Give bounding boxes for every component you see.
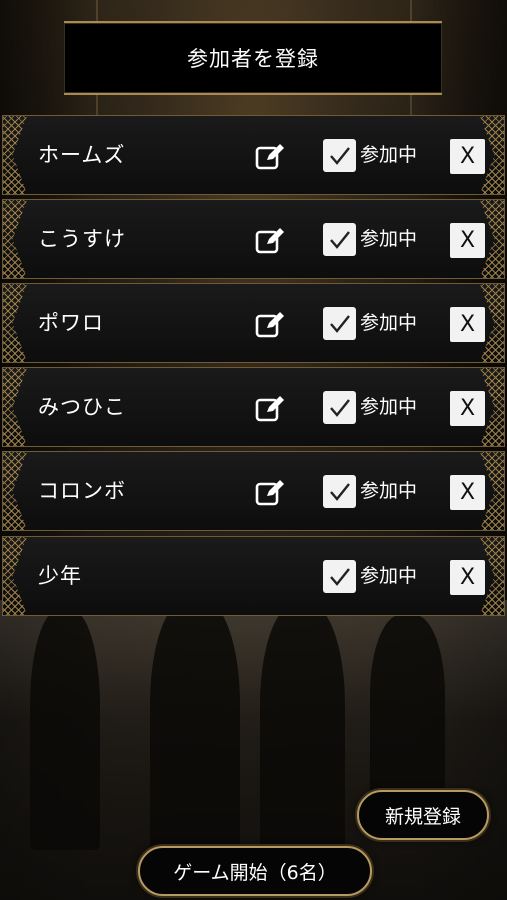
participating-checkbox[interactable] [323, 391, 356, 424]
participating-label: 参加中 [360, 144, 418, 166]
participant-name: コロンボ [38, 479, 126, 503]
participating-checkbox[interactable] [323, 560, 356, 593]
participant-row: 少年 参加中 X [2, 536, 505, 616]
new-register-button[interactable]: 新規登録 [357, 790, 489, 840]
edit-button[interactable] [254, 477, 286, 507]
participating-label: 参加中 [360, 396, 418, 418]
check-icon [329, 398, 350, 417]
participant-row: ホームズ 参加中 X [2, 115, 505, 195]
start-game-button[interactable]: ゲーム開始（6名） [138, 846, 372, 896]
edit-icon [255, 144, 284, 170]
delete-button[interactable]: X [450, 139, 485, 174]
check-icon [329, 230, 350, 249]
silhouette [150, 600, 240, 860]
silhouette [260, 605, 345, 855]
edit-icon [255, 396, 284, 422]
edit-button[interactable] [254, 393, 286, 423]
delete-button[interactable]: X [450, 560, 485, 595]
participating-label: 参加中 [360, 480, 418, 502]
delete-button[interactable]: X [450, 223, 485, 258]
participating-checkbox[interactable] [323, 475, 356, 508]
edit-icon [255, 480, 284, 506]
participant-row: コロンボ 参加中 X [2, 451, 505, 531]
participating-checkbox[interactable] [323, 307, 356, 340]
participating-label: 参加中 [360, 312, 418, 334]
edit-button[interactable] [254, 309, 286, 339]
check-icon [329, 314, 350, 333]
participant-name: ホームズ [38, 143, 126, 167]
participant-name: 少年 [38, 564, 82, 588]
participant-row: みつひこ 参加中 X [2, 367, 505, 447]
participant-name: みつひこ [38, 395, 126, 419]
silhouette [370, 615, 445, 815]
delete-button[interactable]: X [450, 307, 485, 342]
participating-checkbox[interactable] [323, 223, 356, 256]
edit-button[interactable] [254, 141, 286, 171]
participant-row: こうすけ 参加中 X [2, 199, 505, 279]
edit-icon [255, 312, 284, 338]
title-banner: 参加者を登録 [64, 21, 442, 95]
check-icon [329, 482, 350, 501]
page-title: 参加者を登録 [187, 47, 319, 71]
check-icon [329, 146, 350, 165]
check-icon [329, 567, 350, 586]
silhouette [30, 610, 100, 850]
participating-label: 参加中 [360, 228, 418, 250]
participating-checkbox[interactable] [323, 139, 356, 172]
participant-row: ポワロ 参加中 X [2, 283, 505, 363]
edit-icon [255, 228, 284, 254]
delete-button[interactable]: X [450, 391, 485, 426]
delete-button[interactable]: X [450, 475, 485, 510]
participant-name: こうすけ [38, 227, 126, 251]
edit-button[interactable] [254, 225, 286, 255]
participating-label: 参加中 [360, 565, 418, 587]
participant-name: ポワロ [38, 311, 104, 335]
